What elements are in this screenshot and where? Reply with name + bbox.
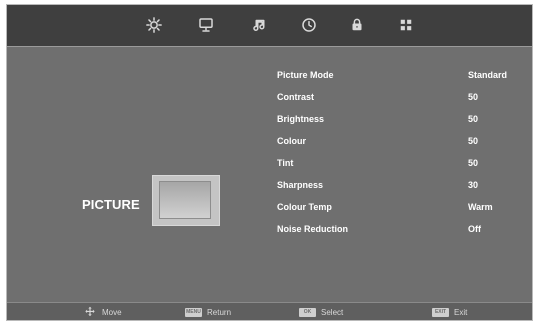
gear-icon[interactable]: [145, 16, 163, 34]
setting-value-picture-mode: Standard: [468, 70, 508, 80]
setting-value-colour-temp: Warm: [468, 202, 493, 212]
setting-row-noise-reduction[interactable]: Noise Reduction Off: [277, 224, 534, 240]
setting-value-noise-reduction: Off: [468, 224, 481, 234]
setting-row-picture-mode[interactable]: Picture Mode Standard: [277, 70, 534, 86]
setting-value-sharpness: 30: [468, 180, 479, 190]
exit-key-icon: EXIT: [432, 307, 449, 317]
setting-value-brightness: 50: [468, 114, 479, 124]
setting-label-tint: Tint: [277, 158, 294, 168]
exit-label: Exit: [454, 307, 468, 317]
tv-screen-icon: [159, 181, 211, 219]
grid-icon[interactable]: [397, 16, 415, 34]
picture-menu-panel: PICTURE Picture Mode Standard Contrast 5…: [7, 47, 532, 293]
lock-icon[interactable]: [348, 16, 366, 34]
tv-preview-icon: [152, 175, 220, 226]
clock-icon[interactable]: [300, 16, 318, 34]
setting-label-colour-temp: Colour Temp: [277, 202, 332, 212]
ok-key-icon: OK: [299, 307, 316, 317]
setting-row-sharpness[interactable]: Sharpness 30: [277, 180, 534, 196]
setting-value-colour: 50: [468, 136, 479, 146]
picture-section-title: PICTURE: [82, 197, 140, 212]
move-label: Move: [102, 307, 122, 317]
setting-row-brightness[interactable]: Brightness 50: [277, 114, 534, 130]
move-hint: Move: [83, 306, 122, 318]
setting-row-colour[interactable]: Colour 50: [277, 136, 534, 152]
setting-row-tint[interactable]: Tint 50: [277, 158, 534, 174]
setting-label-sharpness: Sharpness: [277, 180, 324, 190]
setting-row-contrast[interactable]: Contrast 50: [277, 92, 534, 108]
setting-label-picture-mode: Picture Mode: [277, 70, 334, 80]
move-arrows-icon: [83, 305, 97, 319]
exit-hint: EXIT Exit: [432, 306, 467, 318]
return-hint: MENU Return: [185, 306, 231, 318]
music-note-icon[interactable]: [251, 16, 269, 34]
footer-hints: Move MENU Return OK Select EXIT Exit: [7, 302, 532, 320]
tv-menu-screen: PICTURE Picture Mode Standard Contrast 5…: [6, 4, 533, 321]
setting-row-colour-temp[interactable]: Colour Temp Warm: [277, 202, 534, 218]
setting-value-contrast: 50: [468, 92, 479, 102]
monitor-icon[interactable]: [197, 16, 215, 34]
setting-label-contrast: Contrast: [277, 92, 315, 102]
select-hint: OK Select: [299, 306, 343, 318]
setting-label-brightness: Brightness: [277, 114, 325, 124]
setting-label-colour: Colour: [277, 136, 306, 146]
return-label: Return: [207, 307, 232, 317]
setting-label-noise-reduction: Noise Reduction: [277, 224, 349, 234]
top-tab-bar: [7, 5, 532, 47]
setting-value-tint: 50: [468, 158, 479, 168]
menu-key-icon: MENU: [185, 307, 202, 317]
select-label: Select: [321, 307, 344, 317]
